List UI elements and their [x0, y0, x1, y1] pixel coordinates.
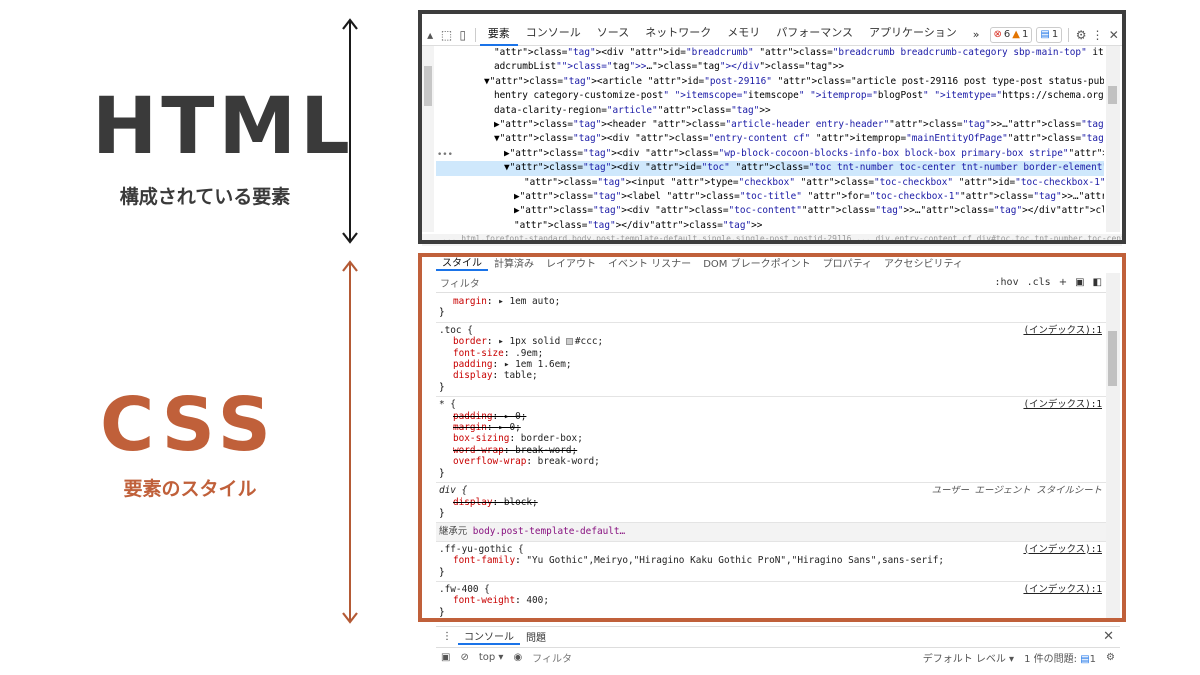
html-highlight-frame — [418, 10, 1126, 244]
css-subtitle: 要素のスタイル — [123, 478, 257, 500]
console-settings-icon[interactable]: ⚙ — [1101, 652, 1120, 663]
html-range-arrow — [342, 18, 358, 244]
css-label: CSS — [100, 382, 277, 468]
context-select[interactable]: top ▾ — [474, 652, 509, 663]
console-filter-input[interactable]: フィルタ — [527, 650, 918, 665]
drawer-close-icon[interactable]: ✕ — [1103, 629, 1120, 644]
sidebar-toggle-icon[interactable]: ▣ — [436, 652, 455, 663]
eye-icon[interactable]: ◉ — [508, 652, 527, 663]
css-range-arrow — [342, 260, 358, 624]
html-label: HTML — [92, 82, 354, 172]
issues-label: 1 件の問題: — [1024, 654, 1078, 665]
drawer-tabs: ⋮ コンソール 問題 ✕ — [436, 626, 1120, 646]
issues-count: 1 — [1089, 654, 1097, 665]
drawer-tab-console[interactable]: コンソール — [458, 628, 520, 645]
log-level-select[interactable]: デフォルト レベル ▾ — [918, 650, 1019, 665]
issues-icon: ▤ — [1080, 654, 1090, 665]
html-subtitle: 構成されている要素 — [119, 186, 291, 208]
issues-counter[interactable]: 1 件の問題: ▤1 — [1019, 650, 1101, 665]
drawer-menu-icon[interactable]: ⋮ — [436, 631, 458, 642]
clear-console-icon[interactable]: ⊘ — [455, 652, 473, 663]
console-toolbar: ▣ ⊘ top ▾ ◉ フィルタ デフォルト レベル ▾ 1 件の問題: ▤1 … — [436, 647, 1120, 667]
css-highlight-frame — [418, 253, 1126, 622]
drawer-tab-issues[interactable]: 問題 — [520, 629, 552, 644]
